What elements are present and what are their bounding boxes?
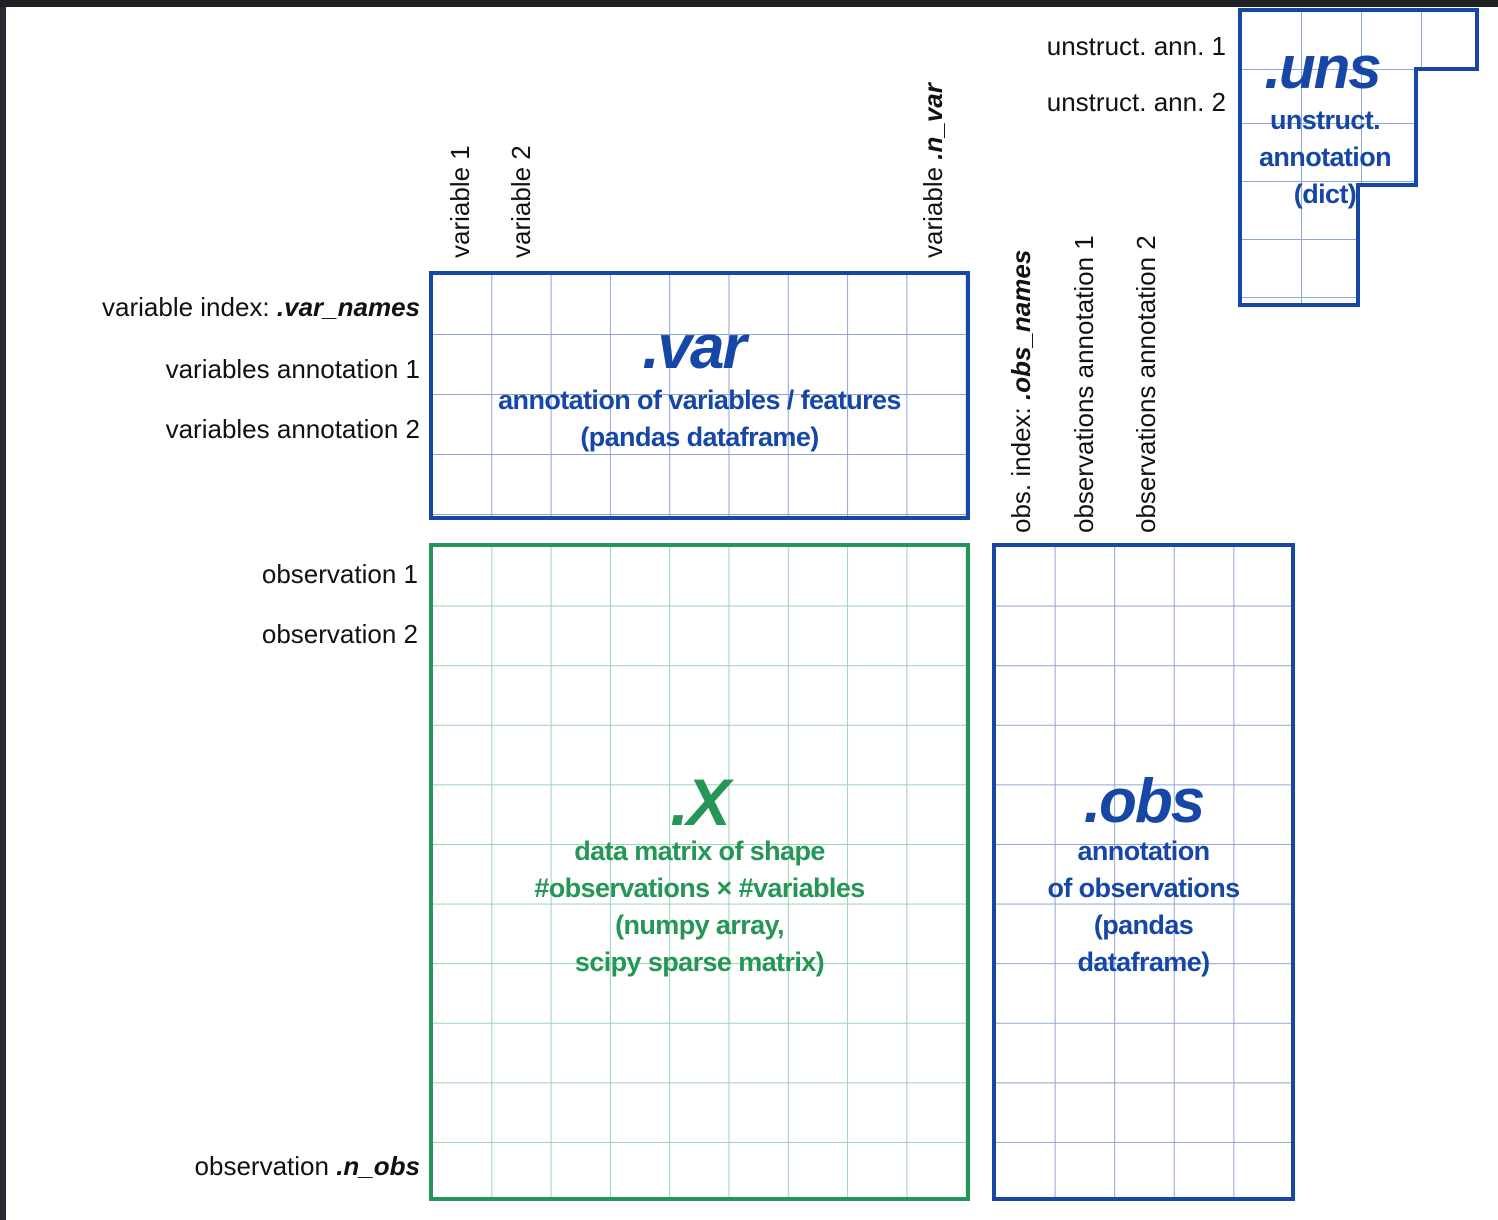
var-col-label-1: variable 1 bbox=[445, 145, 475, 258]
x-block: .X data matrix of shape #observations × … bbox=[429, 543, 970, 1201]
x-subtitle: data matrix of shape #observations × #va… bbox=[534, 836, 865, 977]
var-title: .var bbox=[642, 313, 746, 382]
window-left-edge bbox=[0, 7, 6, 1220]
obs-block: .obs annotation of observations (pandas … bbox=[992, 543, 1295, 1201]
obs-title: .obs bbox=[1083, 767, 1205, 836]
window-top-bar bbox=[0, 0, 1498, 7]
var-row-label-2: variables annotation 2 bbox=[165, 414, 420, 444]
uns-row-label-1: unstruct. ann. 1 bbox=[1046, 31, 1226, 61]
uns-title: .uns bbox=[1264, 34, 1381, 101]
obs-col-label-2: observations annotation 2 bbox=[1131, 235, 1161, 533]
var-row-label-1: variables annotation 1 bbox=[165, 354, 420, 384]
uns-row-label-2: unstruct. ann. 2 bbox=[1046, 87, 1226, 117]
var-block: .var annotation of variables / features … bbox=[429, 271, 970, 520]
obs-row-label-2: observation 2 bbox=[261, 619, 418, 649]
var-col-label-2: variable 2 bbox=[506, 145, 536, 258]
var-row-label-index: variable index: .var_names bbox=[102, 292, 420, 322]
uns-step-1 bbox=[1414, 67, 1479, 71]
var-col-label-n: variable .n_var bbox=[918, 83, 948, 258]
obs-row-label-n: observation .n_obs bbox=[194, 1151, 420, 1181]
uns-subtitle: unstruct. annotation (dict) bbox=[1259, 105, 1392, 209]
var-subtitle: annotation of variables / features (pand… bbox=[498, 385, 901, 452]
obs-row-label-1: observation 1 bbox=[261, 559, 418, 589]
obs-subtitle: annotation of observations (pandas dataf… bbox=[1047, 836, 1240, 977]
obs-col-label-1: observations annotation 1 bbox=[1069, 235, 1099, 533]
x-title: .X bbox=[670, 765, 730, 839]
obs-col-label-index: obs. index: .obs_names bbox=[1006, 249, 1036, 533]
